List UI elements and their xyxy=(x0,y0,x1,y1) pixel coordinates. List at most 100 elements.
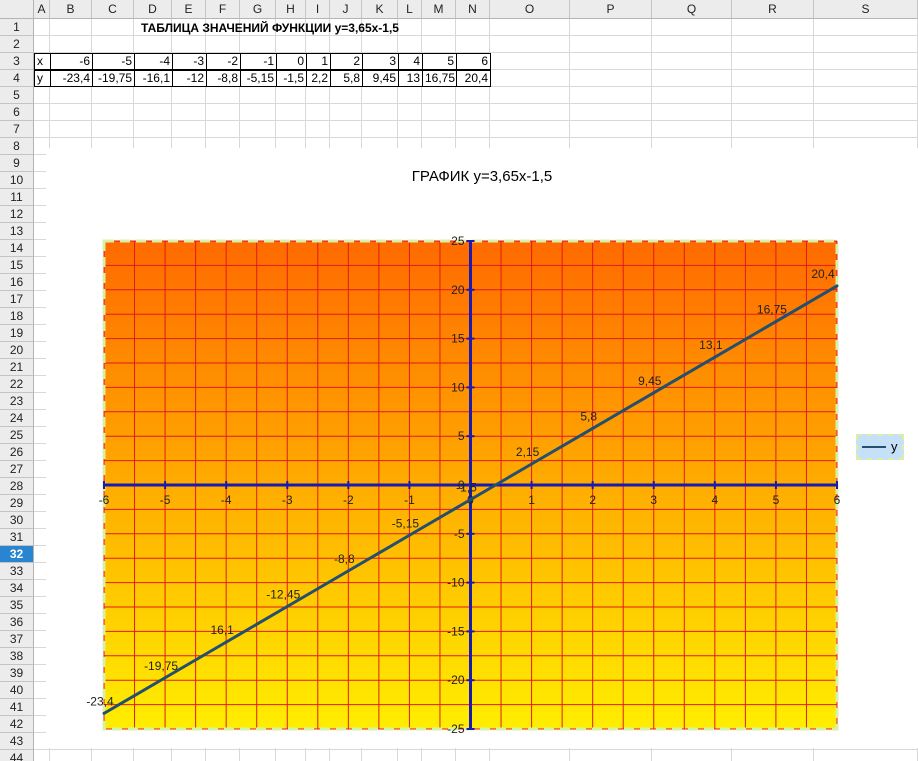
x-value-cell[interactable]: -6 xyxy=(50,53,93,70)
chart-svg: ГРАФИК y=3,65x-1,5 -6 -5 -4 -3 -2 -10 1 2 3 4 5 6 25 2… xyxy=(86,168,840,736)
row-header-33[interactable]: 33 xyxy=(0,563,34,580)
x-value-cell[interactable]: -4 xyxy=(134,53,173,70)
x-value-cell[interactable]: 1 xyxy=(306,53,331,70)
y-value-cell[interactable]: 16,75 xyxy=(422,70,457,87)
row-header-41[interactable]: 41 xyxy=(0,699,34,716)
x-value-cell[interactable]: -3 xyxy=(172,53,207,70)
x-value-cell[interactable]: 2 xyxy=(330,53,363,70)
column-header-P[interactable]: P xyxy=(570,0,652,19)
row-header-17[interactable]: 17 xyxy=(0,291,34,308)
chart-legend[interactable]: y xyxy=(856,434,904,460)
column-header-K[interactable]: K xyxy=(362,0,398,19)
row-header-30[interactable]: 30 xyxy=(0,512,34,529)
select-all-corner[interactable] xyxy=(0,0,34,19)
row-header-19[interactable]: 19 xyxy=(0,325,34,342)
table-title[interactable]: ТАБЛИЦА ЗНАЧЕНИЙ ФУНКЦИИ y=3,65x-1,5 xyxy=(50,20,490,37)
row-header-14[interactable]: 14 xyxy=(0,240,34,257)
row-header-18[interactable]: 18 xyxy=(0,308,34,325)
row-header-5[interactable]: 5 xyxy=(0,87,34,104)
row-header-8[interactable]: 8 xyxy=(0,138,34,155)
row-header-36[interactable]: 36 xyxy=(0,614,34,631)
row-header-15[interactable]: 15 xyxy=(0,257,34,274)
row-header-3[interactable]: 3 xyxy=(0,53,34,70)
row-header-44[interactable]: 44 xyxy=(0,750,34,761)
y-label-cell[interactable]: y xyxy=(34,70,51,87)
row-header-23[interactable]: 23 xyxy=(0,393,34,410)
x-value-cell[interactable]: 3 xyxy=(362,53,399,70)
row-header-10[interactable]: 10 xyxy=(0,172,34,189)
y-value-cell[interactable]: -1,5 xyxy=(276,70,307,87)
x-value-cell[interactable]: 4 xyxy=(398,53,423,70)
column-header-H[interactable]: H xyxy=(276,0,306,19)
x-value-cell[interactable]: 0 xyxy=(276,53,307,70)
row-header-24[interactable]: 24 xyxy=(0,410,34,427)
row-header-27[interactable]: 27 xyxy=(0,461,34,478)
y-tick-label: 25 xyxy=(451,234,465,248)
y-value-cell[interactable]: 5,8 xyxy=(330,70,363,87)
column-header-S[interactable]: S xyxy=(814,0,918,19)
row-header-4[interactable]: 4 xyxy=(0,70,34,87)
spreadsheet[interactable]: ABCDEFGHIJKLMNOPQRS 1 2 3 4 5 6 7 8 9 10 11 12 13 14 1… xyxy=(0,0,918,761)
row-header-34[interactable]: 34 xyxy=(0,580,34,597)
row-header-7[interactable]: 7 xyxy=(0,121,34,138)
row-header-21[interactable]: 21 xyxy=(0,359,34,376)
row-header-20[interactable]: 20 xyxy=(0,342,34,359)
x-value-cell[interactable]: 5 xyxy=(422,53,457,70)
column-header-B[interactable]: B xyxy=(50,0,92,19)
row-header-28[interactable]: 28 xyxy=(0,478,34,495)
column-header-N[interactable]: N xyxy=(456,0,490,19)
y-value-cell[interactable]: -23,4 xyxy=(50,70,93,87)
y-value-cell[interactable]: 2,2 xyxy=(306,70,331,87)
row-header-26[interactable]: 26 xyxy=(0,444,34,461)
row-header-2[interactable]: 2 xyxy=(0,36,34,53)
x-value-cell[interactable]: -5 xyxy=(92,53,135,70)
row-header-39[interactable]: 39 xyxy=(0,665,34,682)
y-value-cell[interactable]: 13 xyxy=(398,70,423,87)
y-value-cell[interactable]: 20,4 xyxy=(456,70,491,87)
x-tick-label: -2 xyxy=(343,493,354,507)
column-header-J[interactable]: J xyxy=(330,0,362,19)
row-gridline xyxy=(34,120,918,121)
y-value-cell[interactable]: -8,8 xyxy=(206,70,241,87)
y-value-cell[interactable]: -5,15 xyxy=(240,70,277,87)
row-header-31[interactable]: 31 xyxy=(0,529,34,546)
row-header-38[interactable]: 38 xyxy=(0,648,34,665)
row-header-1[interactable]: 1 xyxy=(0,19,34,36)
y-value-cell[interactable]: -16,1 xyxy=(134,70,173,87)
column-header-R[interactable]: R xyxy=(732,0,814,19)
column-header-E[interactable]: E xyxy=(172,0,206,19)
column-header-I[interactable]: I xyxy=(306,0,330,19)
row-header-35[interactable]: 35 xyxy=(0,597,34,614)
y-value-cell[interactable]: 9,45 xyxy=(362,70,399,87)
row-header-42[interactable]: 42 xyxy=(0,716,34,733)
y-value-cell[interactable]: -12 xyxy=(172,70,207,87)
row-header-32[interactable]: 32 xyxy=(0,546,34,563)
column-header-Q[interactable]: Q xyxy=(652,0,732,19)
column-header-C[interactable]: C xyxy=(92,0,134,19)
row-header-11[interactable]: 11 xyxy=(0,189,34,206)
x-value-cell[interactable]: -1 xyxy=(240,53,277,70)
x-value-cell[interactable]: -2 xyxy=(206,53,241,70)
column-header-G[interactable]: G xyxy=(240,0,276,19)
row-header-22[interactable]: 22 xyxy=(0,376,34,393)
column-header-F[interactable]: F xyxy=(206,0,240,19)
x-label-cell[interactable]: x xyxy=(34,53,51,70)
row-header-12[interactable]: 12 xyxy=(0,206,34,223)
column-header-A[interactable]: A xyxy=(34,0,50,19)
row-header-40[interactable]: 40 xyxy=(0,682,34,699)
row-header-25[interactable]: 25 xyxy=(0,427,34,444)
column-header-M[interactable]: M xyxy=(422,0,456,19)
row-header-9[interactable]: 9 xyxy=(0,155,34,172)
row-header-29[interactable]: 29 xyxy=(0,495,34,512)
row-header-16[interactable]: 16 xyxy=(0,274,34,291)
row-header-43[interactable]: 43 xyxy=(0,733,34,750)
x-value-cell[interactable]: 6 xyxy=(456,53,491,70)
column-header-O[interactable]: O xyxy=(490,0,570,19)
row-header-13[interactable]: 13 xyxy=(0,223,34,240)
y-value-cell[interactable]: -19,75 xyxy=(92,70,135,87)
column-header-D[interactable]: D xyxy=(134,0,172,19)
chart[interactable]: ГРАФИК y=3,65x-1,5 -6 -5 -4 -3 -2 -10 1 2 3 4 5 6 25 2… xyxy=(46,148,918,748)
row-header-37[interactable]: 37 xyxy=(0,631,34,648)
column-header-L[interactable]: L xyxy=(398,0,422,19)
row-header-6[interactable]: 6 xyxy=(0,104,34,121)
